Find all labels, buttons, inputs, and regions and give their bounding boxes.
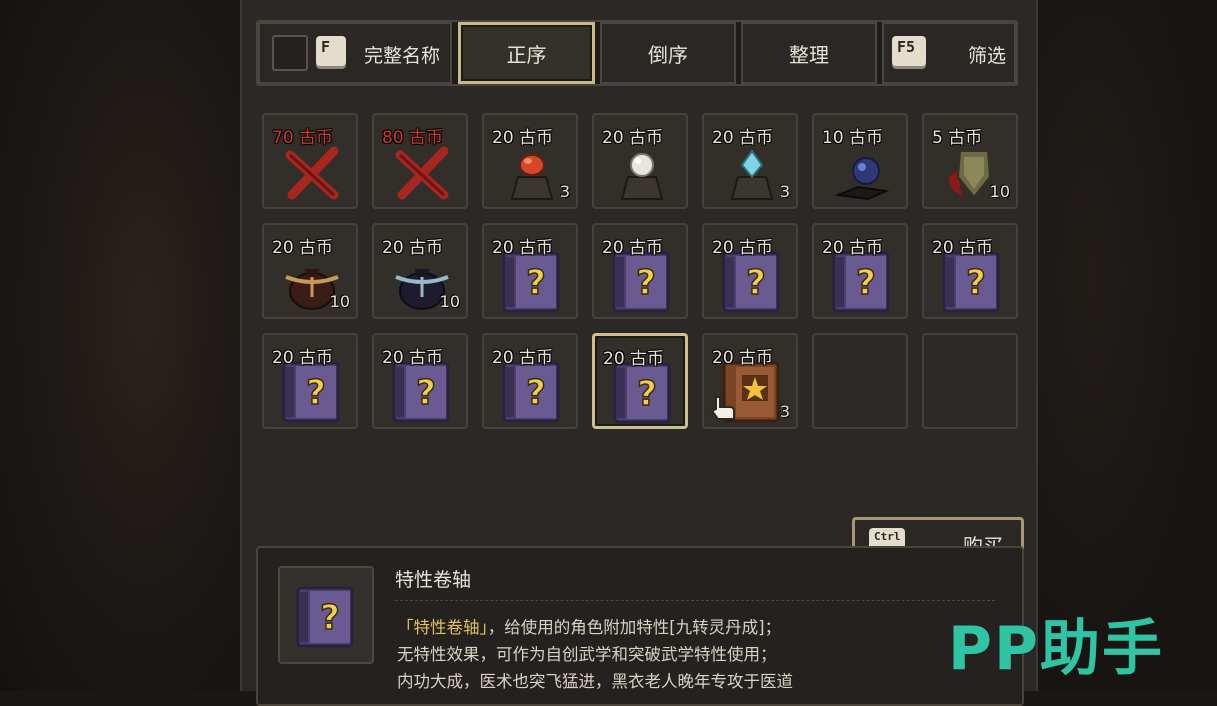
item-price: 20 古币 [712, 238, 774, 258]
item-slot[interactable]: 20 古币? [592, 223, 688, 319]
desc-line-2: 无特性效果，可作为自创武学和突破武学特性使用； [397, 645, 777, 664]
tab-sort[interactable]: 整理 [741, 22, 877, 84]
item-price: 20 古币 [603, 349, 665, 369]
empty-slot[interactable] [922, 333, 1018, 429]
key-f-icon: F [316, 36, 346, 66]
item-slot[interactable]: 20 古币? [482, 333, 578, 429]
item-count: 10 [329, 292, 350, 311]
svg-text:?: ? [966, 263, 986, 303]
detail-item-icon-box: ? [278, 566, 374, 664]
item-price: 80 古币 [382, 128, 444, 148]
item-price: 20 古币 [712, 128, 774, 148]
item-price: 10 古币 [822, 128, 884, 148]
item-slot[interactable]: 20 古币 3 [702, 333, 798, 429]
full-name-toggle[interactable]: F 完整名称 [258, 22, 452, 84]
watermark-logo: PP助手 [948, 614, 1164, 684]
item-price: 20 古币 [712, 348, 774, 368]
tab-ascending[interactable]: 正序 [458, 22, 595, 84]
item-price: 20 古币 [602, 128, 664, 148]
item-count: 3 [559, 182, 570, 201]
background-left [0, 0, 240, 691]
item-slot[interactable]: 20 古币? [262, 333, 358, 429]
item-slot[interactable]: 70 古币 [262, 113, 358, 209]
item-slot[interactable]: 20 古币 [592, 113, 688, 209]
tab-descending-label: 倒序 [648, 42, 688, 67]
svg-text:?: ? [746, 263, 766, 303]
item-price: 20 古币 [602, 238, 664, 258]
item-count: 3 [779, 402, 790, 421]
item-price: 20 古币 [382, 238, 444, 258]
key-f5-icon: F5 [892, 36, 926, 66]
item-price: 20 古币 [492, 128, 554, 148]
tab-ascending-label: 正序 [506, 42, 547, 67]
filter-label: 筛选 [968, 45, 1007, 67]
item-price: 70 古币 [272, 128, 334, 148]
item-slot[interactable]: 20 古币? [372, 333, 468, 429]
mystery-scroll-icon: ? [296, 586, 354, 648]
item-price: 20 古币 [382, 348, 444, 368]
desc-line-1: 「特性卷轴」，给使用的角色附加特性[九转灵丹成]； [397, 614, 1007, 641]
svg-text:?: ? [320, 598, 340, 638]
item-count: 10 [989, 182, 1010, 201]
item-price: 20 古币 [272, 348, 334, 368]
svg-text:?: ? [637, 374, 657, 414]
detail-description: 「特性卷轴」，给使用的角色附加特性[九转灵丹成]； 无特性效果，可作为自创武学和… [397, 614, 1007, 695]
item-slot[interactable]: 20 古币? [482, 223, 578, 319]
item-price: 5 古币 [932, 128, 983, 148]
item-slot[interactable]: 20 古币? [922, 223, 1018, 319]
detail-title: 特性卷轴 [395, 569, 472, 591]
hand-cursor-icon [710, 396, 735, 420]
item-slot[interactable]: 20 古币? [592, 333, 688, 429]
item-slot[interactable]: 80 古币 [372, 113, 468, 209]
item-count: 3 [779, 182, 790, 201]
item-slot[interactable]: 20 古币? [702, 223, 798, 319]
item-slot[interactable]: 20 古币 3 [702, 113, 798, 209]
item-slot[interactable]: 20 古币? [812, 223, 908, 319]
item-price: 20 古币 [932, 238, 994, 258]
desc-line-1-rest: ，给使用的角色附加特性[九转灵丹成]； [487, 618, 782, 637]
desc-highlight: 「特性卷轴」 [397, 618, 488, 637]
tab-descending[interactable]: 倒序 [600, 22, 736, 84]
svg-text:?: ? [306, 373, 326, 413]
svg-text:?: ? [526, 263, 546, 303]
item-slot[interactable]: 20 古币 10 [262, 223, 358, 319]
item-count: 10 [439, 292, 460, 311]
detail-divider [395, 600, 995, 601]
filter-button[interactable]: F5 筛选 [882, 22, 1016, 84]
tab-sort-label: 整理 [789, 42, 829, 67]
item-price: 20 古币 [272, 238, 334, 258]
item-price: 20 古币 [822, 238, 884, 258]
empty-slot[interactable] [812, 333, 908, 429]
item-slot[interactable]: 10 古币 [812, 113, 908, 209]
item-slot[interactable]: 5 古币 10 [922, 113, 1018, 209]
svg-text:?: ? [526, 373, 546, 413]
svg-text:?: ? [636, 263, 656, 303]
svg-text:?: ? [856, 263, 876, 303]
item-price: 20 古币 [492, 348, 554, 368]
full-name-checkbox[interactable] [272, 35, 308, 71]
item-price: 20 古币 [492, 238, 554, 258]
background-right [1038, 0, 1217, 691]
item-slot[interactable]: 20 古币 3 [482, 113, 578, 209]
full-name-label: 完整名称 [364, 45, 441, 67]
item-slot[interactable]: 20 古币 10 [372, 223, 468, 319]
svg-text:?: ? [416, 373, 436, 413]
